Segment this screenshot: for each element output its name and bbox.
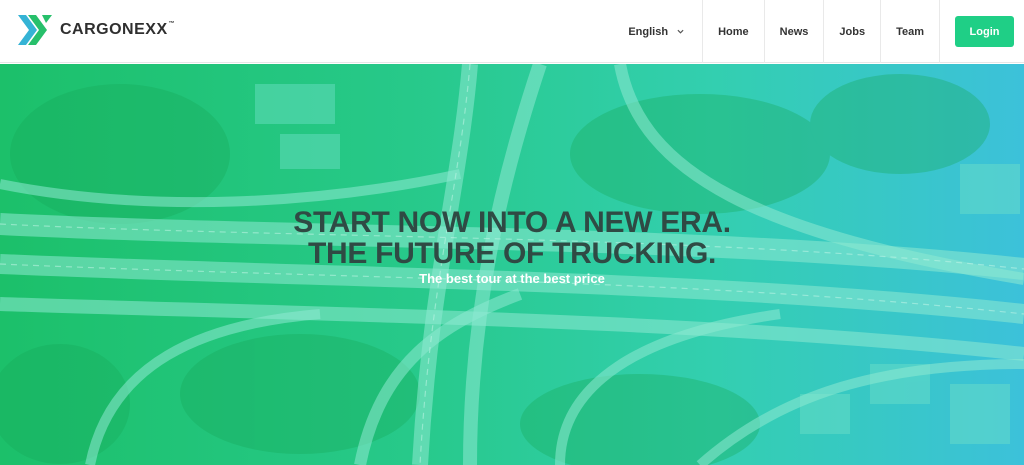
nav-home[interactable]: Home: [702, 0, 764, 63]
hero-title: START NOW INTO A NEW ERA. THE FUTURE OF …: [0, 207, 1024, 269]
nav-jobs-label: Jobs: [839, 25, 866, 38]
hero-title-line-1: START NOW INTO A NEW ERA.: [293, 206, 731, 239]
nav-jobs[interactable]: Jobs: [823, 0, 880, 63]
brand-logo[interactable]: CARGONEXX™: [18, 14, 175, 46]
nav-team[interactable]: Team: [880, 0, 939, 63]
brand-name: CARGONEXX™: [60, 21, 176, 38]
language-label: English: [628, 25, 669, 38]
login-wrap: Login: [939, 0, 1024, 63]
hero-title-line-2: THE FUTURE OF TRUCKING.: [307, 237, 717, 270]
chevron-down-icon: [677, 29, 684, 34]
nav-home-label: Home: [718, 25, 749, 38]
login-button[interactable]: Login: [955, 16, 1014, 47]
logo-icon: [18, 15, 52, 45]
hero-subtitle: The best tour at the best price: [419, 271, 605, 286]
language-selector[interactable]: English: [628, 0, 702, 63]
hero-section: START NOW INTO A NEW ERA. THE FUTURE OF …: [0, 64, 1024, 465]
main-nav: English Home News Jobs Team Login: [628, 0, 1024, 63]
nav-team-label: Team: [896, 25, 924, 38]
top-navbar: CARGONEXX™ English Home News Jobs Team L…: [0, 0, 1024, 63]
nav-news-label: News: [779, 25, 809, 38]
nav-news[interactable]: News: [763, 0, 824, 63]
